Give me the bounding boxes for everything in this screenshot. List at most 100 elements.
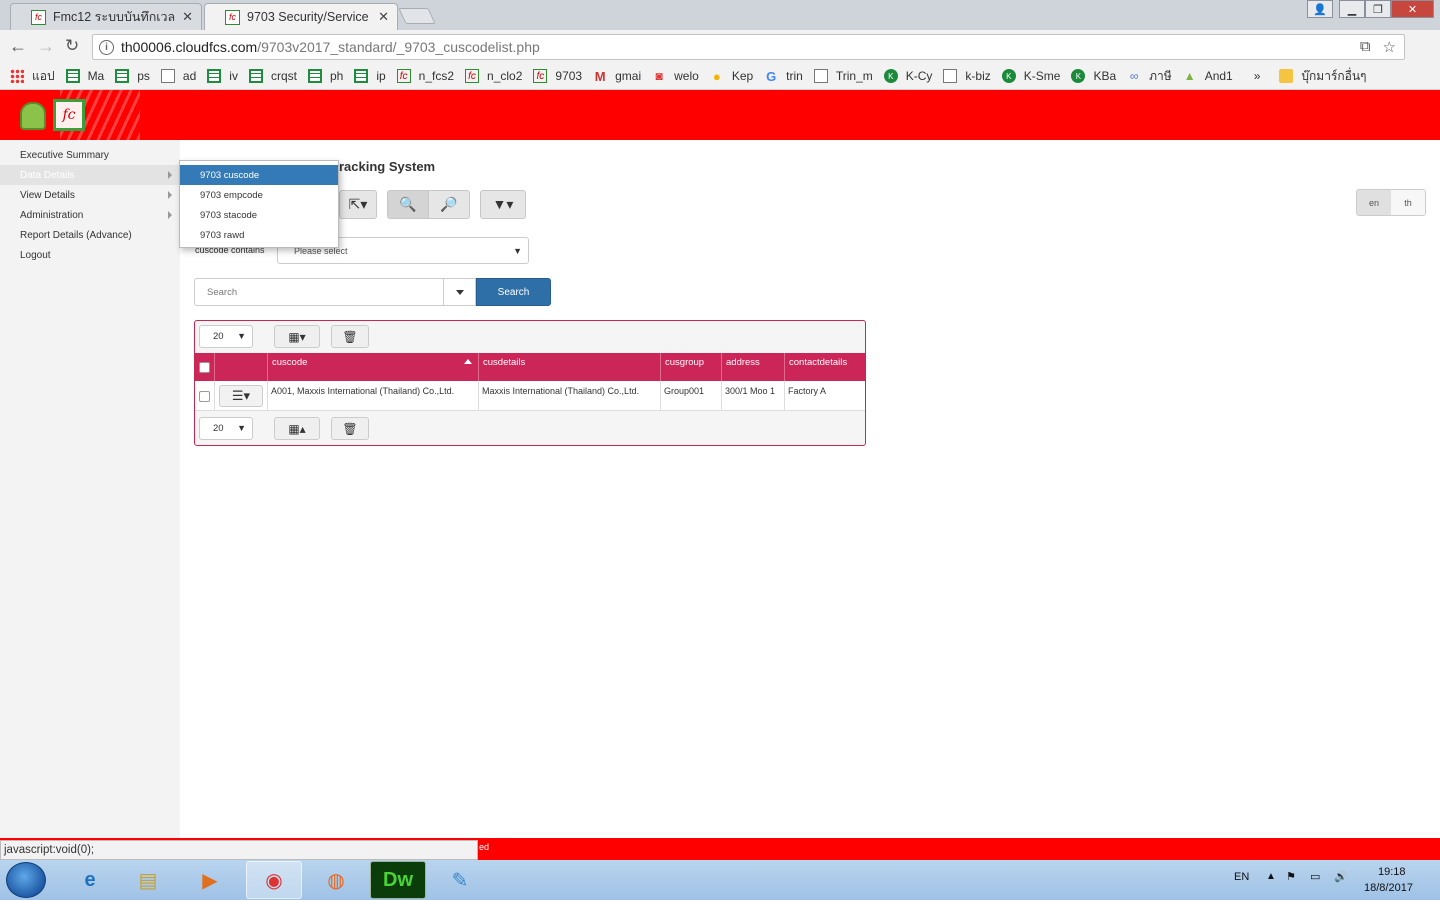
kbank-icon: K (883, 69, 898, 83)
network-icon[interactable]: ▭ (1310, 870, 1320, 883)
submenu-item-rawd[interactable]: 9703 rawd (180, 225, 338, 245)
info-icon[interactable]: i (99, 39, 114, 55)
media-player-icon[interactable]: ▶ (182, 861, 238, 899)
bookmark-item[interactable]: fc n_fcs2 (396, 69, 454, 83)
sheet-icon (248, 69, 263, 83)
new-tab-button[interactable] (398, 8, 436, 24)
clock-time[interactable]: 19:18 (1378, 866, 1406, 878)
column-header-cuscode[interactable]: cuscode (268, 353, 479, 381)
bookmark-item[interactable]: Trin_m (813, 69, 873, 83)
input-language[interactable]: EN (1234, 871, 1249, 883)
search-options-dropdown[interactable] (443, 278, 476, 306)
lang-th-button[interactable]: th (1391, 190, 1425, 215)
grid-columns-icon: ▦▴ (288, 421, 306, 436)
bookmark-item[interactable]: ∞ ภาษี (1127, 67, 1172, 86)
back-arrow-icon[interactable]: ← (9, 36, 27, 57)
paint-icon[interactable]: ✎ (432, 861, 488, 899)
submenu-item-empcode[interactable]: 9703 empcode (180, 185, 338, 205)
bookmark-item[interactable]: Gtrin (764, 69, 803, 84)
sidebar-item-executive-summary[interactable]: Executive Summary (0, 145, 180, 165)
star-icon[interactable]: ☆ (1383, 38, 1396, 56)
volume-icon[interactable]: 🔊 (1334, 870, 1348, 883)
user-icon[interactable]: 👤 (1307, 0, 1333, 18)
column-header-address[interactable]: address (722, 353, 785, 381)
clock-date[interactable]: 18/8/2017 (1364, 882, 1413, 894)
bookmark-item[interactable]: ad (160, 69, 196, 83)
column-header-cusgroup[interactable]: cusgroup (661, 353, 722, 381)
flag-icon[interactable]: ⚑ (1286, 870, 1296, 883)
reload-icon[interactable]: ↻ (65, 36, 79, 56)
tab-label: Fmc12 ระบบบันทึกเวลาพนัก (53, 10, 176, 24)
minimize-button[interactable]: ▁ (1339, 0, 1365, 18)
bookmark-item[interactable]: K K-Sme (1001, 69, 1060, 83)
internet-explorer-icon[interactable]: e (62, 861, 118, 899)
file-explorer-icon[interactable]: ▤ (120, 861, 176, 899)
search-input[interactable]: Search (194, 278, 444, 306)
bookmark-item[interactable]: ◙ welo (652, 69, 699, 83)
dreamweaver-icon[interactable]: Dw (370, 861, 426, 899)
address-bar[interactable]: i th00006.cloudfcs.com/9703v2017_standar… (92, 34, 1405, 60)
column-header-contactdetails[interactable]: contactdetails (785, 353, 865, 381)
android-logo-icon[interactable] (20, 102, 46, 130)
bookmarks-bar: แอป Ma ps ad iv crqst ph ip fc n_fcs2 fc n… (0, 63, 1440, 90)
bookmark-item[interactable]: iv (207, 69, 238, 83)
sidebar-item-report-details[interactable]: Report Details (Advance) (0, 225, 180, 245)
bookmark-item[interactable]: k-biz (943, 69, 991, 83)
page-size-select-top[interactable]: 20 ▼ (199, 325, 253, 348)
search-button[interactable]: Search (476, 278, 551, 306)
forward-arrow-icon[interactable]: → (37, 36, 55, 57)
row-checkbox[interactable] (199, 390, 210, 402)
bookmark-item[interactable]: ph (307, 69, 343, 83)
page-size-select-bottom[interactable]: 20 ▼ (199, 417, 253, 440)
sidebar-item-data-details[interactable]: Data Details (0, 165, 180, 185)
delete-button[interactable]: 🗑 (331, 325, 369, 348)
bookmark-item[interactable]: ip (354, 69, 386, 83)
close-tab-icon[interactable]: ✕ (182, 9, 193, 25)
search-toggle-button[interactable]: 🔍 (387, 190, 429, 219)
close-window-button[interactable]: ✕ (1391, 0, 1434, 18)
close-tab-icon[interactable]: ✕ (378, 9, 389, 25)
bookmark-item[interactable]: fc 9703 (533, 69, 582, 83)
fcs-logo-icon[interactable]: fc (53, 99, 85, 131)
bookmarks-more-button[interactable]: » (1254, 69, 1261, 83)
chevron-down-icon: ▼ (237, 423, 246, 433)
maximize-button[interactable]: ❐ (1365, 0, 1391, 18)
bookmark-item[interactable]: K KBa (1071, 69, 1116, 83)
bookmark-item[interactable]: แอป (10, 67, 55, 86)
column-header-cusdetails[interactable]: cusdetails (479, 353, 661, 381)
bookmark-item[interactable]: ▲ And1 (1183, 69, 1233, 83)
bookmark-item[interactable]: ● Kep (710, 69, 753, 84)
advanced-search-button[interactable]: 🔎 (428, 190, 470, 219)
browser-tab-fmc12[interactable]: fc Fmc12 ระบบบันทึกเวลาพนัก ✕ (10, 3, 202, 30)
bookmark-item[interactable]: Ma (65, 69, 104, 83)
row-menu-button[interactable]: ☰▾ (219, 385, 263, 407)
lang-en-button[interactable]: en (1357, 190, 1391, 215)
browser-toolbar: ← → ↻ i th00006.cloudfcs.com/9703v2017_s… (0, 30, 1440, 87)
bookmark-item[interactable]: crqst (248, 69, 297, 83)
submenu-item-cuscode[interactable]: 9703 cuscode (180, 165, 338, 185)
bookmark-item[interactable]: ps (115, 69, 150, 83)
chevron-down-icon: ▼ (513, 246, 522, 256)
firefox-icon[interactable]: ◍ (308, 861, 364, 899)
bookmark-item[interactable]: fc n_clo2 (465, 69, 522, 83)
bookmark-item[interactable]: K K-Cy (883, 69, 932, 83)
sidebar-item-logout[interactable]: Logout (0, 245, 180, 265)
chrome-icon[interactable]: ◉ (246, 861, 302, 899)
column-options-button[interactable]: ▦▴ (274, 417, 320, 440)
sidebar-item-view-details[interactable]: View Details (0, 185, 180, 205)
submenu-item-stacode[interactable]: 9703 stacode (180, 205, 338, 225)
other-bookmarks-folder[interactable]: บุ๊กมาร์กอื่นๆ (1279, 67, 1367, 86)
delete-button[interactable]: 🗑 (331, 417, 369, 440)
sidebar-item-administration[interactable]: Administration (0, 205, 180, 225)
export-button[interactable]: ⇱▾ (339, 190, 377, 219)
bookmark-item[interactable]: Mgmai (593, 69, 641, 84)
tray-expand-icon[interactable]: ▲ (1266, 871, 1276, 882)
link-icon: ∞ (1129, 69, 1139, 83)
select-all-checkbox[interactable] (199, 361, 210, 373)
cell-address: 300/1 Moo 1 (722, 381, 785, 411)
browser-tab-9703[interactable]: fc 9703 Security/Service Tra ✕ (204, 3, 398, 30)
windows-start-button[interactable] (6, 862, 46, 898)
filter-button[interactable]: ▼▾ (480, 190, 526, 219)
translate-icon[interactable]: ⧉ (1360, 38, 1371, 56)
column-options-button[interactable]: ▦▾ (274, 325, 320, 348)
